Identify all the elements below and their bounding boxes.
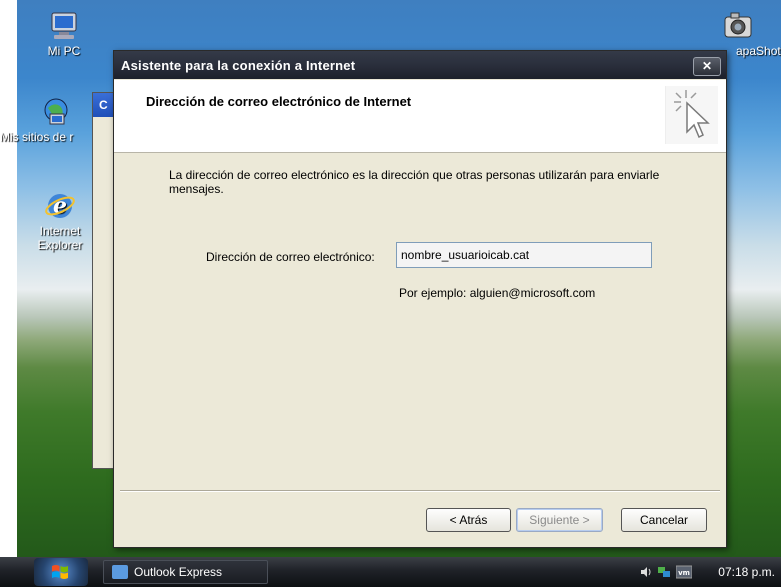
internet-connection-wizard: Asistente para la conexión a Internet ✕ … bbox=[113, 50, 727, 548]
desktop-icon-my-computer[interactable]: Mi PC bbox=[24, 10, 104, 58]
titlebar[interactable]: Asistente para la conexión a Internet ✕ bbox=[114, 51, 726, 79]
internet-explorer-icon: e bbox=[44, 190, 76, 222]
next-button[interactable]: Siguiente > bbox=[516, 508, 603, 532]
vmware-tools-icon[interactable]: vm bbox=[676, 565, 692, 579]
email-field-label: Dirección de correo electrónico: bbox=[206, 250, 375, 264]
network-icon bbox=[40, 96, 72, 128]
example-text: Por ejemplo: alguien@microsoft.com bbox=[399, 286, 596, 300]
svg-text:vm: vm bbox=[678, 569, 690, 577]
outlook-express-icon bbox=[112, 565, 128, 579]
window-title: Asistente para la conexión a Internet bbox=[121, 58, 356, 73]
wizard-header: Dirección de correo electrónico de Inter… bbox=[114, 80, 726, 153]
windows-logo-icon bbox=[52, 565, 68, 579]
description-text: La dirección de correo electrónico es la… bbox=[169, 168, 660, 196]
taskbar: Outlook Express vm 07:18 p.m. bbox=[0, 557, 781, 587]
volume-icon[interactable] bbox=[639, 565, 653, 579]
desktop-icon-internet-explorer[interactable]: e Internet Explorer bbox=[20, 190, 100, 252]
desktop-icon-label: apaShot bbox=[736, 44, 781, 58]
page-title: Dirección de correo electrónico de Inter… bbox=[146, 94, 412, 109]
taskbar-item-label: Outlook Express bbox=[134, 565, 223, 579]
desktop-icon-label: Internet Explorer bbox=[37, 224, 83, 252]
left-edge bbox=[0, 0, 17, 557]
cursor-click-icon bbox=[665, 86, 718, 144]
desktop-icon-label: Mi PC bbox=[47, 44, 81, 58]
system-tray: vm 07:18 p.m. bbox=[631, 557, 781, 587]
close-button[interactable]: ✕ bbox=[693, 57, 721, 76]
back-button[interactable]: < Atrás bbox=[426, 508, 511, 532]
cancel-button[interactable]: Cancelar bbox=[621, 508, 707, 532]
clock[interactable]: 07:18 p.m. bbox=[718, 565, 775, 579]
camera-icon bbox=[722, 10, 754, 42]
button-separator bbox=[120, 490, 720, 492]
network-status-icon[interactable] bbox=[657, 565, 671, 579]
email-field[interactable] bbox=[396, 242, 652, 268]
start-button[interactable] bbox=[34, 558, 88, 586]
taskbar-item-outlook-express[interactable]: Outlook Express bbox=[103, 560, 268, 584]
computer-icon bbox=[48, 10, 80, 42]
svg-text:e: e bbox=[53, 193, 67, 219]
close-icon: ✕ bbox=[701, 59, 713, 73]
